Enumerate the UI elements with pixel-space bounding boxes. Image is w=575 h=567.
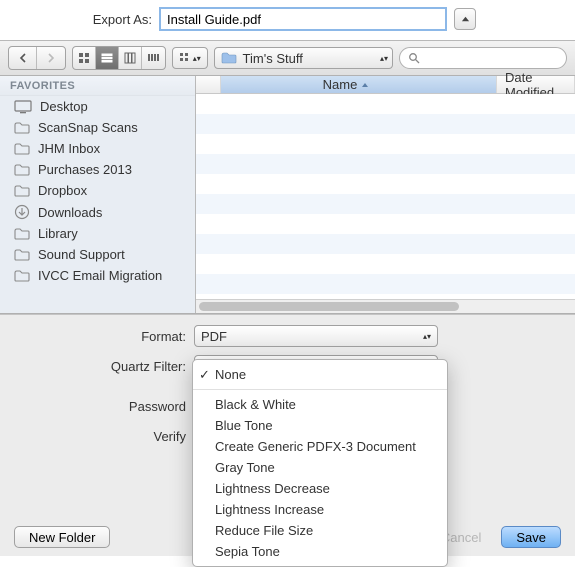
search-input[interactable] (424, 51, 558, 65)
save-button[interactable]: Save (501, 526, 561, 548)
options-panel: Format: PDF ▴▾ Quartz Filter: None ▴▾ Pa… (0, 314, 575, 556)
sidebar-item-label: Downloads (38, 205, 102, 220)
export-filename-input[interactable] (160, 8, 446, 30)
sidebar-item-label: Sound Support (38, 247, 125, 262)
coverflow-icon (147, 52, 161, 64)
column-header-name[interactable]: Name (196, 76, 497, 93)
new-folder-button[interactable]: New Folder (14, 526, 110, 548)
list-icon (101, 52, 113, 64)
folder-icon (14, 143, 30, 155)
sidebar-item-sound[interactable]: Sound Support (0, 244, 195, 265)
desktop-icon (14, 100, 32, 114)
list-view-button[interactable] (96, 47, 119, 69)
popup-arrows-icon: ▴▾ (380, 56, 388, 61)
chevron-left-icon (18, 53, 28, 63)
folder-icon (14, 228, 30, 240)
sidebar-item-dropbox[interactable]: Dropbox (0, 180, 195, 201)
sidebar-item-ivcc[interactable]: IVCC Email Migration (0, 265, 195, 286)
menu-item-blue[interactable]: Blue Tone (193, 415, 447, 436)
sort-asc-icon (361, 81, 369, 89)
nav-back-forward (8, 46, 66, 70)
column-header-date[interactable]: Date Modified (497, 76, 575, 93)
menu-item-sepia[interactable]: Sepia Tone (193, 541, 447, 562)
sidebar-item-downloads[interactable]: Downloads (0, 201, 195, 223)
popup-arrows-icon: ▴▾ (193, 56, 201, 61)
sidebar-item-desktop[interactable]: Desktop (0, 96, 195, 117)
popup-arrows-icon: ▴▾ (423, 334, 431, 339)
menu-item-none[interactable]: None (193, 364, 447, 385)
horizontal-scrollbar[interactable] (196, 299, 575, 313)
sidebar-item-label: ScanSnap Scans (38, 120, 138, 135)
sidebar-item-label: Desktop (40, 99, 88, 114)
column-header-row: Name Date Modified (196, 76, 575, 94)
sidebar-item-purchases[interactable]: Purchases 2013 (0, 159, 195, 180)
back-button[interactable] (9, 47, 37, 69)
file-list-area: Name Date Modified (196, 76, 575, 313)
menu-item-reduce[interactable]: Reduce File Size (193, 520, 447, 541)
sidebar-item-label: Purchases 2013 (38, 162, 132, 177)
folder-icon (221, 52, 237, 64)
quartz-filter-menu: None Black & White Blue Tone Create Gene… (192, 359, 448, 567)
menu-item-light-dec[interactable]: Lightness Decrease (193, 478, 447, 499)
sidebar-section-favorites: FAVORITES (0, 76, 195, 96)
folder-icon (14, 164, 30, 176)
verify-label: Verify (14, 429, 188, 444)
menu-item-light-inc[interactable]: Lightness Increase (193, 499, 447, 520)
path-popup[interactable]: Tim's Stuff ▴▾ (214, 47, 393, 69)
file-list-empty[interactable] (196, 94, 575, 299)
folder-icon (14, 270, 30, 282)
menu-separator (193, 389, 447, 390)
sidebar-item-label: JHM Inbox (38, 141, 100, 156)
sidebar-item-scansnap[interactable]: ScanSnap Scans (0, 117, 195, 138)
quartz-filter-label: Quartz Filter: (14, 359, 188, 374)
chevron-right-icon (46, 53, 56, 63)
path-label: Tim's Stuff (243, 51, 303, 66)
format-value: PDF (201, 329, 227, 344)
browser-toolbar: ▴▾ Tim's Stuff ▴▾ (0, 40, 575, 76)
forward-button[interactable] (37, 47, 65, 69)
sidebar-item-jhm[interactable]: JHM Inbox (0, 138, 195, 159)
sidebar: FAVORITES Desktop ScanSnap Scans JHM Inb… (0, 76, 196, 313)
columns-icon (124, 52, 136, 64)
coverflow-view-button[interactable] (142, 47, 165, 69)
triangle-up-icon (461, 15, 470, 24)
icon-view-button[interactable] (73, 47, 96, 69)
sidebar-item-label: Library (38, 226, 78, 241)
format-popup[interactable]: PDF ▴▾ (194, 325, 438, 347)
sidebar-item-library[interactable]: Library (0, 223, 195, 244)
menu-item-pdfx[interactable]: Create Generic PDFX-3 Document (193, 436, 447, 457)
scrollbar-thumb[interactable] (199, 302, 459, 311)
search-field[interactable] (399, 47, 567, 69)
column-view-button[interactable] (119, 47, 142, 69)
grid-small-icon (179, 52, 191, 64)
folder-icon (14, 122, 30, 134)
grid-icon (78, 52, 90, 64)
column-label: Name (323, 77, 358, 92)
menu-item-bw[interactable]: Black & White (193, 394, 447, 415)
sidebar-item-label: IVCC Email Migration (38, 268, 162, 283)
search-icon (408, 52, 420, 64)
sidebar-item-label: Dropbox (38, 183, 87, 198)
password-label: Password (14, 399, 188, 414)
format-label: Format: (14, 329, 188, 344)
folder-icon (14, 185, 30, 197)
export-as-label: Export As: (12, 12, 152, 27)
view-mode-segmented (72, 46, 166, 70)
menu-item-gray[interactable]: Gray Tone (193, 457, 447, 478)
arrange-menu-button[interactable]: ▴▾ (172, 47, 207, 69)
folder-icon (14, 249, 30, 261)
disclosure-toggle-button[interactable] (454, 8, 476, 30)
download-icon (14, 204, 30, 220)
